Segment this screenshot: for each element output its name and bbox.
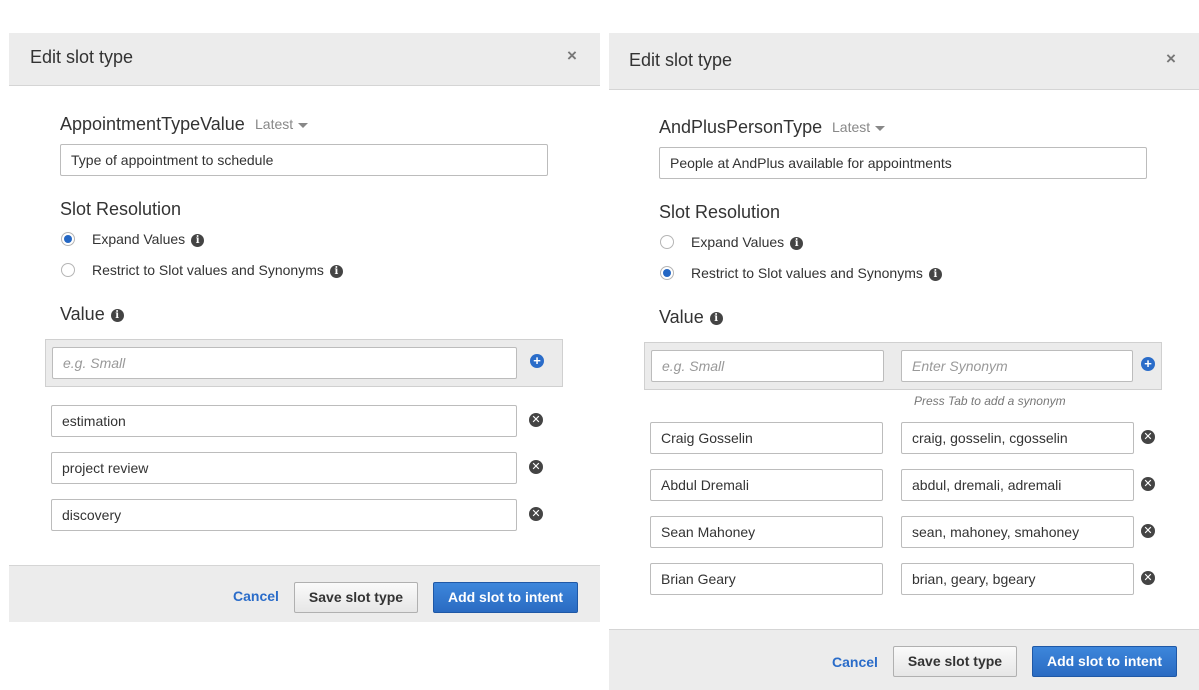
dialog-title: Edit slot type bbox=[30, 47, 133, 68]
dialog-footer: Cancel Save slot type Add slot to intent bbox=[9, 565, 600, 622]
value-input[interactable]: Brian Geary bbox=[650, 563, 883, 595]
plus-circle-icon[interactable]: + bbox=[530, 354, 544, 368]
synonym-hint: Press Tab to add a synonym bbox=[914, 394, 1066, 408]
chevron-down-icon bbox=[298, 123, 308, 128]
edit-slot-type-dialog-right: Edit slot type × AndPlusPersonType Lates… bbox=[609, 33, 1199, 689]
synonyms-input[interactable]: abdul, dremali, adremali bbox=[901, 469, 1134, 501]
dialog-header: Edit slot type × bbox=[9, 33, 600, 86]
info-icon[interactable]: i bbox=[191, 234, 204, 247]
synonyms-input[interactable]: brian, geary, bgeary bbox=[901, 563, 1134, 595]
version-label: Latest bbox=[832, 119, 870, 135]
remove-circle-icon[interactable]: ✕ bbox=[529, 413, 543, 427]
dialog-header: Edit slot type × bbox=[609, 33, 1199, 90]
value-input[interactable]: Craig Gosselin bbox=[650, 422, 883, 454]
value-input[interactable]: discovery bbox=[51, 499, 517, 531]
expand-values-radio[interactable] bbox=[61, 232, 75, 246]
edit-slot-type-dialog-left: Edit slot type × AppointmentTypeValue La… bbox=[9, 33, 600, 622]
expand-values-radio[interactable] bbox=[660, 235, 674, 249]
cancel-button[interactable]: Cancel bbox=[233, 588, 279, 604]
restrict-values-label: Restrict to Slot values and Synonymsi bbox=[92, 262, 343, 278]
save-slot-type-button[interactable]: Save slot type bbox=[893, 646, 1017, 677]
slot-resolution-heading: Slot Resolution bbox=[659, 202, 780, 223]
description-input[interactable]: Type of appointment to schedule bbox=[60, 144, 548, 176]
value-heading: Valuei bbox=[60, 304, 124, 325]
close-icon[interactable]: × bbox=[1162, 50, 1180, 68]
value-input[interactable]: project review bbox=[51, 452, 517, 484]
remove-circle-icon[interactable]: ✕ bbox=[529, 507, 543, 521]
dialog-footer: Cancel Save slot type Add slot to intent bbox=[609, 629, 1199, 690]
cancel-button[interactable]: Cancel bbox=[832, 654, 878, 670]
new-value-row: e.g. Small + bbox=[45, 339, 563, 387]
description-input[interactable]: People at AndPlus available for appointm… bbox=[659, 147, 1147, 179]
slot-type-name: AndPlusPersonType bbox=[659, 117, 822, 138]
version-dropdown[interactable]: Latest bbox=[255, 116, 308, 132]
version-label: Latest bbox=[255, 116, 293, 132]
new-synonym-input[interactable]: Enter Synonym bbox=[901, 350, 1133, 382]
value-input[interactable]: Abdul Dremali bbox=[650, 469, 883, 501]
slot-type-name: AppointmentTypeValue bbox=[60, 114, 245, 135]
add-slot-to-intent-button[interactable]: Add slot to intent bbox=[433, 582, 578, 613]
add-slot-to-intent-button[interactable]: Add slot to intent bbox=[1032, 646, 1177, 677]
synonyms-input[interactable]: sean, mahoney, smahoney bbox=[901, 516, 1134, 548]
remove-circle-icon[interactable]: ✕ bbox=[1141, 571, 1155, 585]
restrict-values-radio[interactable] bbox=[61, 263, 75, 277]
slot-resolution-heading: Slot Resolution bbox=[60, 199, 181, 220]
remove-circle-icon[interactable]: ✕ bbox=[1141, 430, 1155, 444]
value-input[interactable]: Sean Mahoney bbox=[650, 516, 883, 548]
remove-circle-icon[interactable]: ✕ bbox=[1141, 477, 1155, 491]
restrict-values-label: Restrict to Slot values and Synonymsi bbox=[691, 265, 942, 281]
info-icon[interactable]: i bbox=[790, 237, 803, 250]
version-dropdown[interactable]: Latest bbox=[832, 119, 885, 135]
expand-values-label: Expand Valuesi bbox=[92, 231, 204, 247]
save-slot-type-button[interactable]: Save slot type bbox=[294, 582, 418, 613]
synonyms-input[interactable]: craig, gosselin, cgosselin bbox=[901, 422, 1134, 454]
info-icon[interactable]: i bbox=[929, 268, 942, 281]
new-value-input[interactable]: e.g. Small bbox=[651, 350, 884, 382]
info-icon[interactable]: i bbox=[330, 265, 343, 278]
new-value-input[interactable]: e.g. Small bbox=[52, 347, 517, 379]
restrict-values-radio[interactable] bbox=[660, 266, 674, 280]
new-value-row: e.g. Small Enter Synonym + bbox=[644, 342, 1162, 390]
close-icon[interactable]: × bbox=[563, 47, 581, 65]
dialog-title: Edit slot type bbox=[629, 50, 732, 71]
info-icon[interactable]: i bbox=[710, 312, 723, 325]
value-heading: Valuei bbox=[659, 307, 723, 328]
expand-values-label: Expand Valuesi bbox=[691, 234, 803, 250]
plus-circle-icon[interactable]: + bbox=[1141, 357, 1155, 371]
chevron-down-icon bbox=[875, 126, 885, 131]
info-icon[interactable]: i bbox=[111, 309, 124, 322]
remove-circle-icon[interactable]: ✕ bbox=[529, 460, 543, 474]
remove-circle-icon[interactable]: ✕ bbox=[1141, 524, 1155, 538]
value-input[interactable]: estimation bbox=[51, 405, 517, 437]
